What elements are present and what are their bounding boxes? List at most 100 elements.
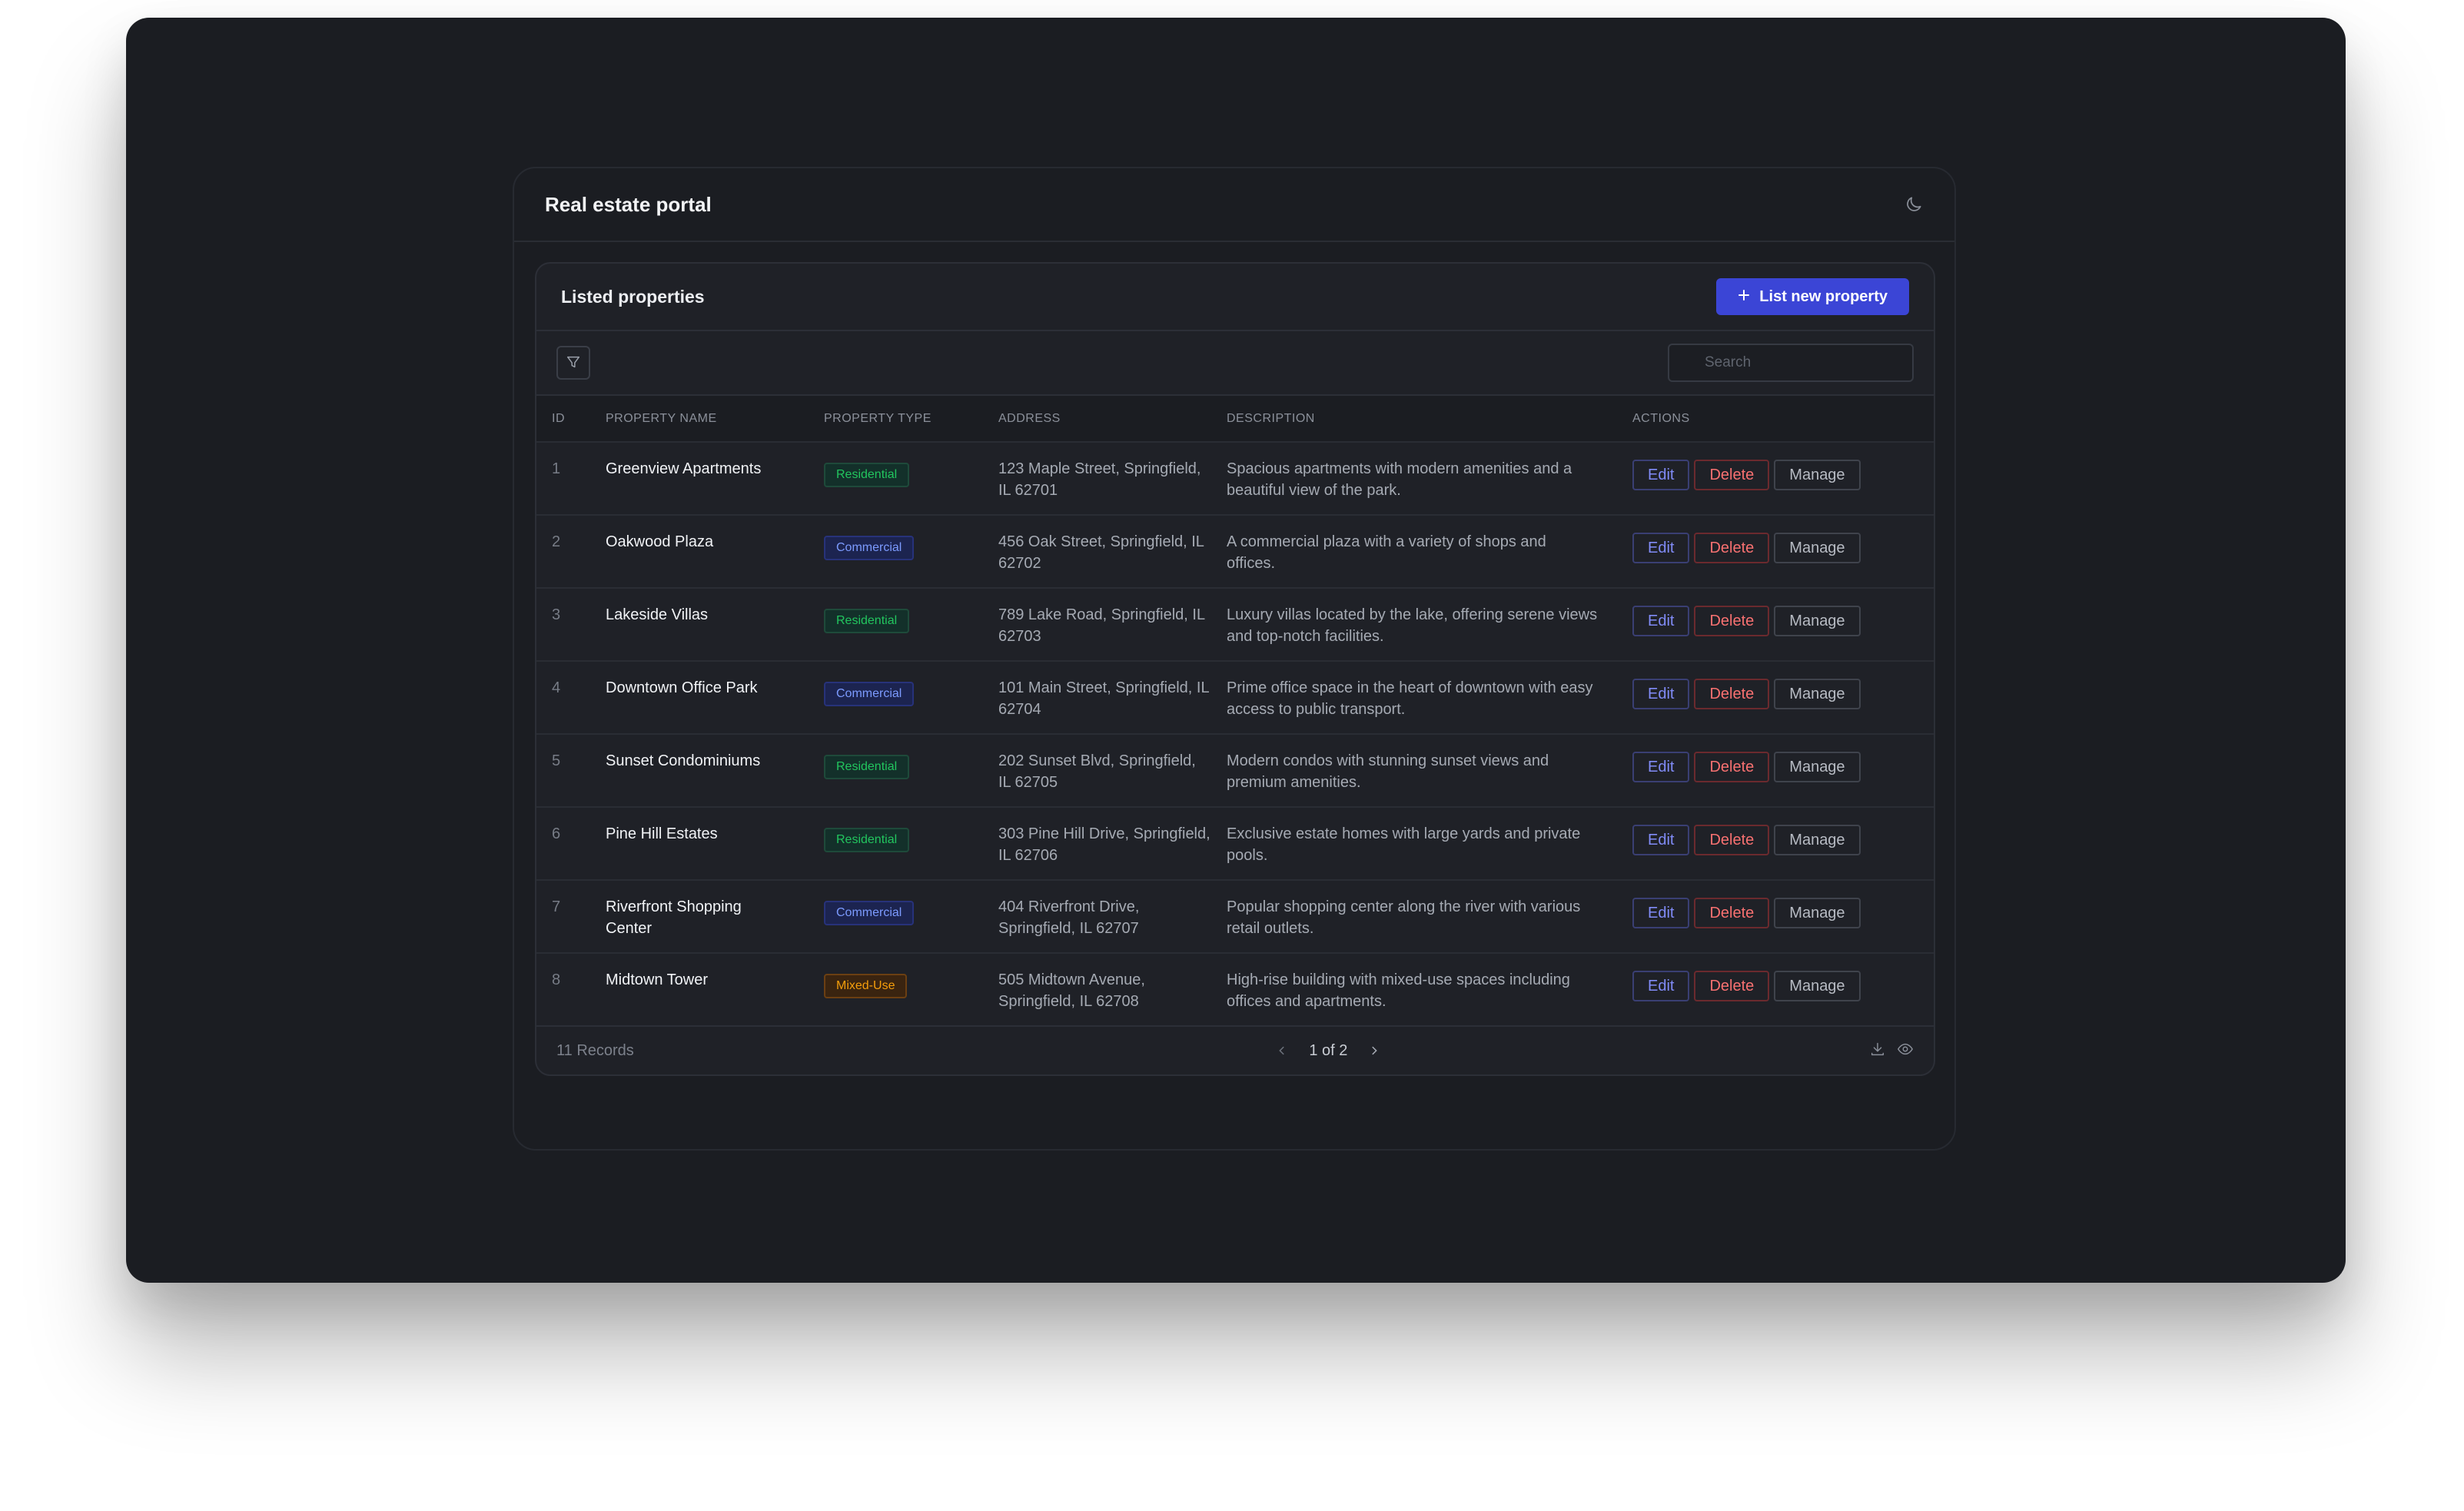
cell-address: 404 Riverfront Drive, Springfield, IL 62… (998, 898, 1140, 937)
table-header-row: ID PROPERTY NAME PROPERTY TYPE ADDRESS D… (536, 396, 1934, 442)
property-type-badge: Residential (824, 755, 910, 779)
edit-button[interactable]: Edit (1632, 898, 1690, 928)
cell-description: Spacious apartments with modern amenitie… (1227, 460, 1572, 499)
edit-button[interactable]: Edit (1632, 533, 1690, 563)
table-row[interactable]: 1 Greenview Apartments Residential 123 M… (536, 442, 1934, 515)
properties-table: ID PROPERTY NAME PROPERTY TYPE ADDRESS D… (536, 396, 1934, 1026)
device-frame: Real estate portal Listed properties Lis… (126, 18, 2346, 1283)
table-row[interactable]: 5 Sunset Condominiums Residential 202 Su… (536, 734, 1934, 807)
property-type-badge: Commercial (824, 536, 915, 560)
cell-id: 1 (552, 460, 561, 477)
column-header-address[interactable]: ADDRESS (983, 396, 1211, 442)
manage-button[interactable]: Manage (1774, 971, 1861, 1001)
cell-property-name: Sunset Condominiums (606, 752, 761, 769)
chevron-right-icon[interactable] (1369, 1041, 1380, 1061)
table-row[interactable]: 7 Riverfront Shopping Center Commercial … (536, 880, 1934, 953)
delete-button[interactable]: Delete (1694, 825, 1770, 855)
list-new-property-button[interactable]: List new property (1716, 278, 1909, 315)
eye-icon[interactable] (1897, 1041, 1914, 1061)
download-icon[interactable] (1869, 1041, 1886, 1061)
column-header-id[interactable]: ID (536, 396, 590, 442)
moon-icon[interactable] (1904, 194, 1924, 214)
cell-property-type: Commercial (809, 661, 983, 734)
property-type-badge: Commercial (824, 901, 915, 925)
cell-property-name: Oakwood Plaza (606, 533, 714, 550)
cell-id: 2 (552, 533, 561, 550)
cell-property-name: Riverfront Shopping Center (606, 898, 742, 937)
delete-button[interactable]: Delete (1694, 679, 1770, 709)
delete-button[interactable]: Delete (1694, 752, 1770, 782)
cell-property-name: Downtown Office Park (606, 679, 758, 696)
cell-id: 5 (552, 752, 561, 769)
cell-actions: Edit Delete Manage (1617, 515, 1934, 588)
edit-button[interactable]: Edit (1632, 679, 1690, 709)
property-type-badge: Commercial (824, 682, 915, 706)
list-new-property-label: List new property (1759, 287, 1888, 305)
cell-id: 6 (552, 825, 561, 842)
cell-property-type: Residential (809, 442, 983, 515)
edit-button[interactable]: Edit (1632, 606, 1690, 636)
properties-card: Listed properties List new property Sear… (535, 262, 1935, 1076)
column-header-description[interactable]: DESCRIPTION (1211, 396, 1617, 442)
table-row[interactable]: 6 Pine Hill Estates Residential 303 Pine… (536, 807, 1934, 880)
pagination: 1 of 2 (1277, 1041, 1380, 1061)
delete-button[interactable]: Delete (1694, 898, 1770, 928)
manage-button[interactable]: Manage (1774, 898, 1861, 928)
table-toolbar (536, 331, 1934, 396)
column-header-property-name[interactable]: PROPERTY NAME (590, 396, 809, 442)
cell-id: 3 (552, 606, 561, 623)
edit-button[interactable]: Edit (1632, 825, 1690, 855)
filter-icon (565, 354, 582, 373)
cell-actions: Edit Delete Manage (1617, 953, 1934, 1026)
cell-property-name: Lakeside Villas (606, 606, 709, 623)
table-row[interactable]: 8 Midtown Tower Mixed-Use 505 Midtown Av… (536, 953, 1934, 1026)
cell-actions: Edit Delete Manage (1617, 442, 1934, 515)
cell-address: 789 Lake Road, Springfield, IL 62703 (998, 606, 1205, 645)
cell-property-type: Commercial (809, 515, 983, 588)
cell-address: 303 Pine Hill Drive, Springfield, IL 627… (998, 825, 1210, 864)
cell-id: 7 (552, 898, 561, 915)
cell-description: Luxury villas located by the lake, offer… (1227, 606, 1598, 645)
table-row[interactable]: 4 Downtown Office Park Commercial 101 Ma… (536, 661, 1934, 734)
footer-icons (1869, 1041, 1914, 1061)
cell-description: High-rise building with mixed-use spaces… (1227, 971, 1570, 1010)
manage-button[interactable]: Manage (1774, 460, 1861, 490)
cell-property-name: Pine Hill Estates (606, 825, 718, 842)
manage-button[interactable]: Manage (1774, 533, 1861, 563)
table-row[interactable]: 3 Lakeside Villas Residential 789 Lake R… (536, 588, 1934, 661)
chevron-left-icon[interactable] (1277, 1041, 1287, 1061)
manage-button[interactable]: Manage (1774, 679, 1861, 709)
manage-button[interactable]: Manage (1774, 752, 1861, 782)
cell-property-name: Midtown Tower (606, 971, 709, 988)
delete-button[interactable]: Delete (1694, 606, 1770, 636)
page-title: Real estate portal (545, 192, 712, 216)
column-header-actions: ACTIONS (1632, 411, 1690, 425)
delete-button[interactable]: Delete (1694, 971, 1770, 1001)
page-indicator: 1 of 2 (1309, 1041, 1348, 1059)
cell-address: 202 Sunset Blvd, Springfield, IL 62705 (998, 752, 1196, 791)
column-header-property-type[interactable]: PROPERTY TYPE (809, 396, 983, 442)
cell-actions: Edit Delete Manage (1617, 880, 1934, 953)
cell-property-type: Commercial (809, 880, 983, 953)
delete-button[interactable]: Delete (1694, 533, 1770, 563)
portal-window: Real estate portal Listed properties Lis… (513, 167, 1956, 1151)
manage-button[interactable]: Manage (1774, 825, 1861, 855)
edit-button[interactable]: Edit (1632, 971, 1690, 1001)
table-row[interactable]: 2 Oakwood Plaza Commercial 456 Oak Stree… (536, 515, 1934, 588)
cell-property-type: Mixed-Use (809, 953, 983, 1026)
search-input[interactable] (1668, 344, 1914, 382)
manage-button[interactable]: Manage (1774, 606, 1861, 636)
cell-address: 101 Main Street, Springfield, IL 62704 (998, 679, 1209, 718)
cell-id: 8 (552, 971, 561, 988)
edit-button[interactable]: Edit (1632, 460, 1690, 490)
property-type-badge: Residential (824, 463, 910, 487)
cell-property-type: Residential (809, 807, 983, 880)
filter-button[interactable] (556, 346, 590, 380)
property-type-badge: Mixed-Use (824, 974, 908, 998)
cell-address: 123 Maple Street, Springfield, IL 62701 (998, 460, 1201, 499)
cell-description: Modern condos with stunning sunset views… (1227, 752, 1549, 791)
records-count: 11 Records (556, 1041, 634, 1059)
delete-button[interactable]: Delete (1694, 460, 1770, 490)
card-header: Listed properties List new property (536, 264, 1934, 331)
edit-button[interactable]: Edit (1632, 752, 1690, 782)
